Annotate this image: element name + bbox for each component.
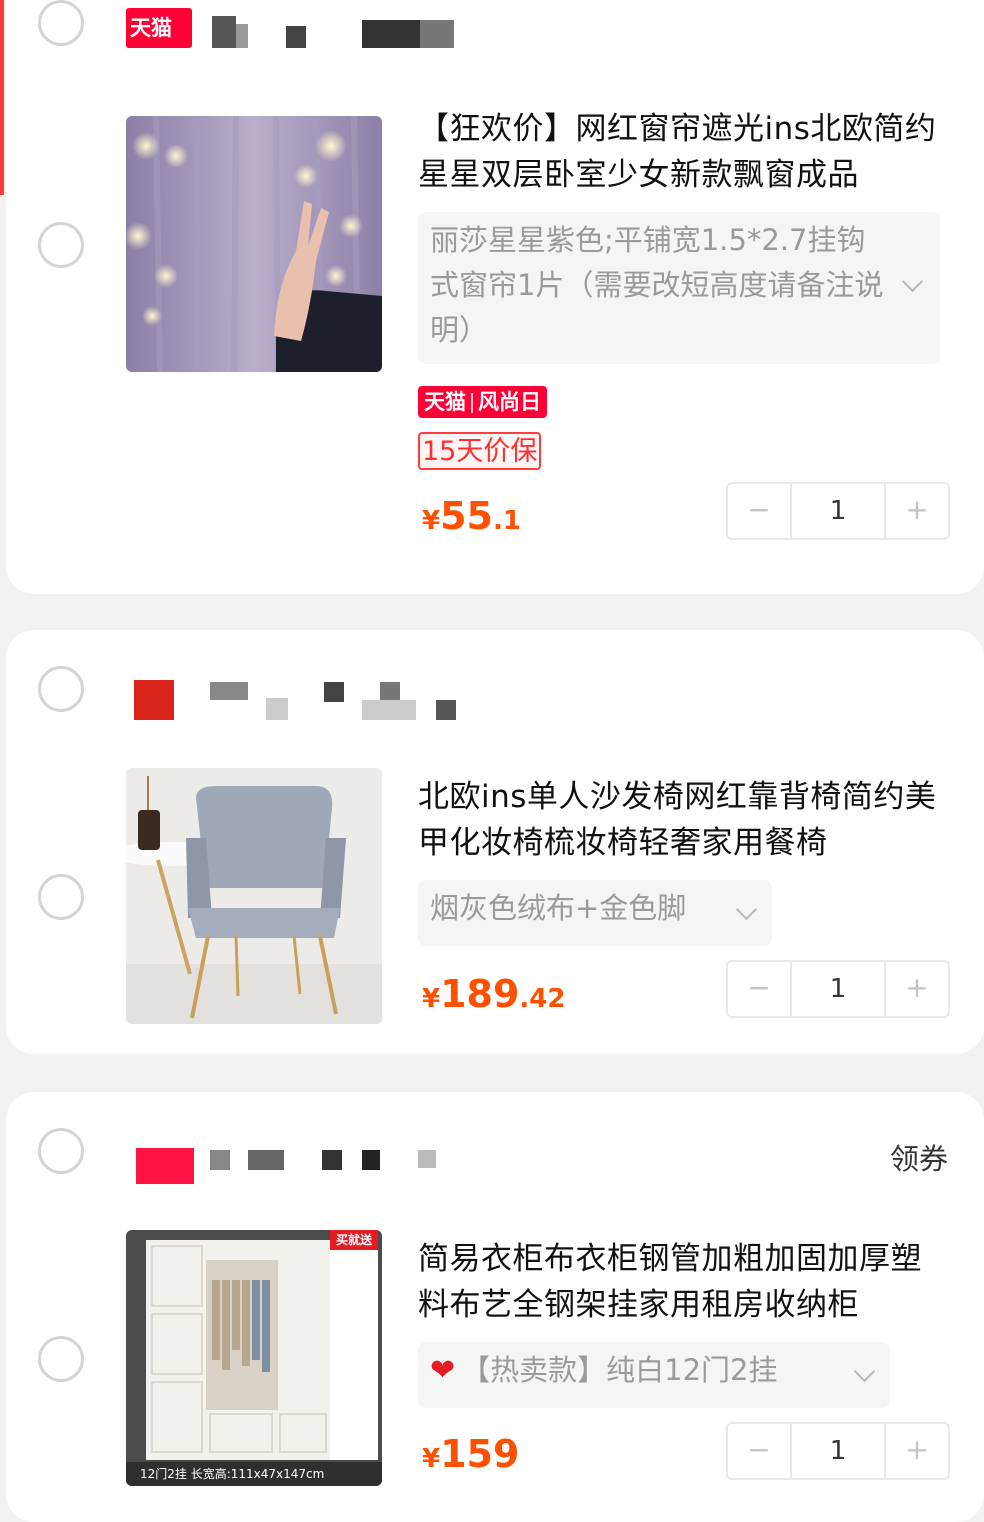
blurred-shop-name	[266, 698, 288, 720]
product-price-2: ¥189.42	[422, 972, 565, 1016]
thumbnail-caption: 12门2挂 长宽高:111x47x147cm	[126, 1462, 382, 1486]
price-integer: 159	[440, 1432, 520, 1476]
chevron-down-icon	[735, 898, 758, 921]
decrease-quantity-button[interactable]: −	[728, 962, 790, 1016]
shop-header-1[interactable]: 天猫	[126, 8, 466, 48]
decrease-quantity-button[interactable]: −	[728, 484, 790, 538]
shop-select-radio-2[interactable]	[38, 666, 84, 712]
price-decimal: .1	[492, 506, 521, 536]
blurred-shop-name	[322, 1150, 342, 1170]
increase-quantity-button[interactable]: +	[886, 1424, 948, 1478]
chevron-down-icon	[901, 270, 924, 293]
heart-icon: ❤	[430, 1353, 456, 1388]
blurred-shop-name	[210, 1150, 230, 1170]
blurred-shop-name	[210, 682, 248, 700]
price-guarantee-tag: 15天价保	[418, 432, 542, 470]
tmall-shop-logo: 天猫	[126, 8, 192, 48]
price-decimal: .42	[519, 984, 566, 1014]
product-title-1[interactable]: 【狂欢价】网红窗帘遮光ins北欧简约 星星双层卧室少女新款飘窗成品	[418, 106, 948, 198]
currency-symbol: ¥	[422, 984, 441, 1014]
blurred-shop-name	[380, 682, 400, 700]
product-title-3[interactable]: 简易衣柜布衣柜钢管加粗加固加厚塑料布艺全钢架挂家用租房收纳柜	[418, 1236, 948, 1328]
product-thumbnail-chair[interactable]	[126, 768, 382, 1024]
blurred-shop-name	[324, 682, 344, 702]
sku-text-1: 丽莎星星紫色;平铺宽1.5*2.7挂钩式窗帘1片（需要改短高度请备注说明）	[430, 223, 884, 347]
promo-gift-column: 买就送	[330, 1230, 378, 1460]
blurred-shop-name	[286, 26, 306, 48]
tag-divider	[471, 393, 473, 413]
currency-symbol: ¥	[422, 506, 441, 536]
product-title-2[interactable]: 北欧ins单人沙发椅网红靠背椅简约美甲化妆椅梳妆椅轻奢家用餐椅	[418, 774, 948, 866]
currency-symbol: ¥	[422, 1444, 441, 1474]
tag-event-label: 风尚日	[478, 390, 541, 414]
quantity-stepper-2: − 1 +	[726, 960, 950, 1018]
item-select-radio-3[interactable]	[38, 1336, 84, 1382]
blurred-shop-name	[362, 20, 420, 48]
quantity-input[interactable]: 1	[790, 962, 886, 1016]
quantity-input[interactable]: 1	[790, 484, 886, 538]
red-edge-indicator	[0, 0, 4, 195]
sku-selector-1[interactable]: 丽莎星星紫色;平铺宽1.5*2.7挂钩式窗帘1片（需要改短高度请备注说明）	[418, 212, 940, 364]
product-price-3: ¥159	[422, 1432, 519, 1476]
sku-text-3: 【热卖款】纯白12门2挂	[461, 1353, 778, 1387]
blurred-shop-name	[362, 700, 416, 720]
blurred-shop-name	[436, 700, 456, 720]
increase-quantity-button[interactable]: +	[886, 484, 948, 538]
chair-image	[126, 768, 382, 1024]
quantity-stepper-3: − 1 +	[726, 1422, 950, 1480]
increase-quantity-button[interactable]: +	[886, 962, 948, 1016]
product-price-1: ¥55.1	[422, 494, 521, 538]
sku-selector-3[interactable]: ❤ 【热卖款】纯白12门2挂	[418, 1342, 890, 1408]
tag-tmall-label: 天猫	[424, 390, 466, 414]
chevron-down-icon	[853, 1360, 876, 1383]
blurred-shop-name	[420, 20, 454, 48]
quantity-stepper-1: − 1 +	[726, 482, 950, 540]
item-select-radio-2[interactable]	[38, 874, 84, 920]
curtain-image	[126, 116, 382, 372]
shop-select-radio-3[interactable]	[38, 1128, 84, 1174]
blurred-shop-name	[248, 1150, 284, 1170]
blurred-shop-logo	[134, 680, 174, 720]
shop-select-radio-1[interactable]	[38, 0, 84, 46]
price-integer: 189	[440, 972, 520, 1016]
get-coupon-button[interactable]: 领券	[890, 1136, 948, 1178]
blurred-shop-name	[418, 1150, 436, 1168]
blurred-shop-logo	[136, 1148, 194, 1184]
promo-gift-badge: 买就送	[330, 1230, 378, 1250]
shop-header-3[interactable]	[126, 1146, 446, 1186]
product-thumbnail-curtain[interactable]	[126, 116, 382, 372]
blurred-shop-name	[362, 1150, 380, 1170]
decrease-quantity-button[interactable]: −	[728, 1424, 790, 1478]
promo-tag-tmall: 天猫 风尚日	[418, 386, 547, 418]
quantity-input[interactable]: 1	[790, 1424, 886, 1478]
shop-header-2[interactable]	[126, 678, 506, 720]
sku-text-2: 烟灰色绒布+金色脚	[430, 891, 687, 925]
blurred-shop-name	[236, 24, 248, 48]
price-integer: 55	[440, 494, 493, 538]
blurred-shop-name	[212, 16, 236, 48]
sku-selector-2[interactable]: 烟灰色绒布+金色脚	[418, 880, 772, 946]
product-thumbnail-wardrobe[interactable]: 买就送 12门2挂 长宽高:111x47x147cm	[126, 1230, 382, 1486]
item-select-radio-1[interactable]	[38, 222, 84, 268]
